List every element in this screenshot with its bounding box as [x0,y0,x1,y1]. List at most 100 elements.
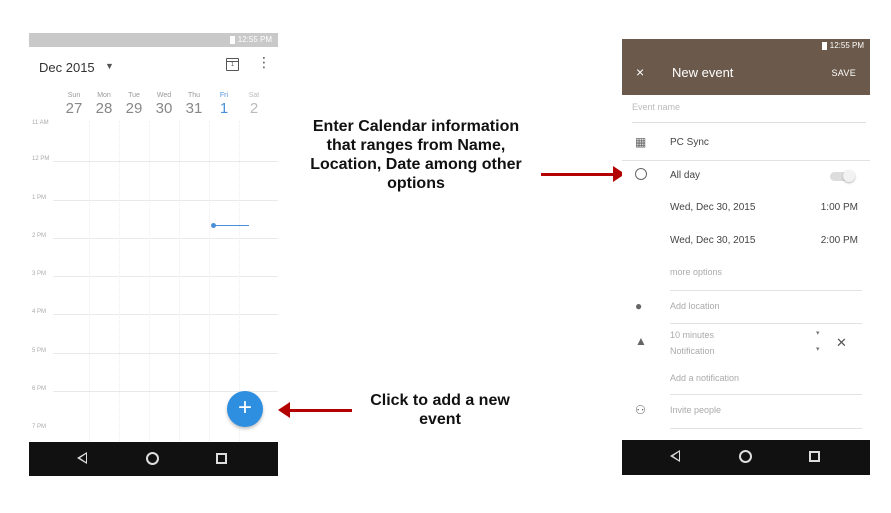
overflow-menu-icon[interactable]: ⋮ [257,55,271,69]
start-date[interactable]: Wed, Dec 30, 2015 [670,202,755,213]
day-column-header[interactable]: Sun 27 [59,91,89,117]
page-title: New event [672,65,734,80]
hour-label: 4 PM [32,309,47,315]
hour-label: 11 AM [32,120,49,126]
day-column-header[interactable]: Tue 29 [119,91,149,117]
hour-label: 5 PM [32,348,47,354]
save-button[interactable]: SAVE [831,68,856,78]
event-name-field[interactable]: Event name [632,99,866,123]
divider [670,290,862,291]
notification-type-select[interactable]: Notification [670,346,715,356]
grid-column-divider [149,121,150,441]
location-pin-icon: ● [635,299,643,313]
home-icon[interactable] [146,452,159,465]
day-number: 31 [185,100,203,117]
android-nav-bar [622,440,870,475]
add-event-button[interactable]: + [227,391,263,427]
hour-row: 4 PM [29,309,278,315]
spinner-arrows-icon[interactable]: ▾ ▾ [816,330,820,354]
hour-label: 1 PM [32,195,47,201]
day-name: Mon [97,92,111,99]
status-time: 12:55 PM [237,35,272,44]
day-name: Sat [248,92,260,99]
divider [670,394,862,395]
day-number: 28 [95,100,113,117]
end-date[interactable]: Wed, Dec 30, 2015 [670,235,755,246]
hour-line [53,238,278,239]
more-options-row[interactable]: more options [622,267,870,283]
annotation-enter-info: Enter Calendar information that ranges f… [310,118,522,192]
end-time[interactable]: 2:00 PM [821,235,858,246]
hour-label: 7 PM [32,424,47,430]
status-bar: 12:55 PM [29,33,278,47]
day-number: 1 [219,100,229,117]
hour-label: 6 PM [32,386,47,392]
android-nav-bar [29,442,278,476]
hour-line [53,276,278,277]
new-event-phone-screen: 12:55 PM × New event SAVE Event name ▦ P… [622,39,870,475]
hour-label: 12 PM [32,156,50,162]
today-calendar-icon[interactable]: 1 [226,58,239,71]
day-name: Thu [187,92,201,99]
close-icon[interactable]: × [636,64,644,80]
notification-row: ▲ 10 minutes Notification ▾ ▾ ✕ [622,330,870,360]
hour-label: 3 PM [32,271,47,277]
location-row[interactable]: ● Add location [622,299,870,319]
status-bar-right: 12:55 PM [821,41,864,50]
remove-notification-icon[interactable]: ✕ [836,335,847,351]
new-event-toolbar: × New event SAVE [622,53,870,95]
back-icon[interactable] [77,452,87,464]
day-name: Fri [219,92,229,99]
hour-row: 11 AM [29,120,278,126]
current-time-indicator [214,225,249,226]
day-column-header[interactable]: Sat 2 [239,91,269,117]
day-column-header[interactable]: Thu 31 [179,91,209,117]
calendar-icon: ▦ [635,135,647,149]
hour-row: 7 PM [29,424,278,430]
battery-icon [821,41,827,50]
day-column-header[interactable]: Wed 30 [149,91,179,117]
day-column-header-today[interactable]: Fri 1 [209,91,239,117]
day-number: 27 [65,100,83,117]
add-notification-row[interactable]: Add a notification [622,373,870,389]
back-icon[interactable] [670,450,680,462]
hour-line [53,161,278,162]
day-name: Sun [67,92,81,99]
notification-time-select[interactable]: 10 minutes [670,330,714,340]
status-bar: 12:55 PM [622,39,870,53]
start-time[interactable]: 1:00 PM [821,202,858,213]
home-icon[interactable] [739,450,752,463]
recent-apps-icon[interactable] [809,451,820,462]
hour-line [53,314,278,315]
hour-row: 2 PM [29,233,278,239]
hour-label: 2 PM [32,233,47,239]
calendar-account-row[interactable]: ▦ PC Sync [622,135,870,155]
annotation-add-event: Click to add a new event [370,392,510,428]
status-time: 12:55 PM [829,41,864,50]
hour-row: 12 PM [29,156,278,162]
end-datetime-row: Wed, Dec 30, 2015 2:00 PM [622,235,870,253]
divider [670,323,862,324]
today-icon-number: 1 [230,62,235,68]
all-day-toggle[interactable] [830,170,855,182]
day-column-header[interactable]: Mon 28 [89,91,119,117]
grid-column-divider [89,121,90,441]
dropdown-caret-icon[interactable]: ▼ [105,61,114,71]
grid-column-divider [119,121,120,441]
divider [622,160,870,161]
grid-column-divider [209,121,210,441]
more-options-link[interactable]: more options [670,267,722,277]
all-day-row[interactable]: All day [622,168,870,188]
status-bar-right: 12:55 PM [229,35,272,44]
arrow-to-form-icon [541,166,625,182]
grid-column-divider [179,121,180,441]
hour-row: 3 PM [29,271,278,277]
location-field[interactable]: Add location [670,301,720,311]
month-selector[interactable]: Dec 2015 [39,60,95,75]
arrow-to-fab-icon [278,402,352,418]
invite-people-field[interactable]: Invite people [670,405,721,415]
add-notification-link[interactable]: Add a notification [670,373,739,383]
day-name: Wed [156,92,172,99]
invite-people-row[interactable]: ⚇ Invite people [622,403,870,423]
recent-apps-icon[interactable] [216,453,227,464]
